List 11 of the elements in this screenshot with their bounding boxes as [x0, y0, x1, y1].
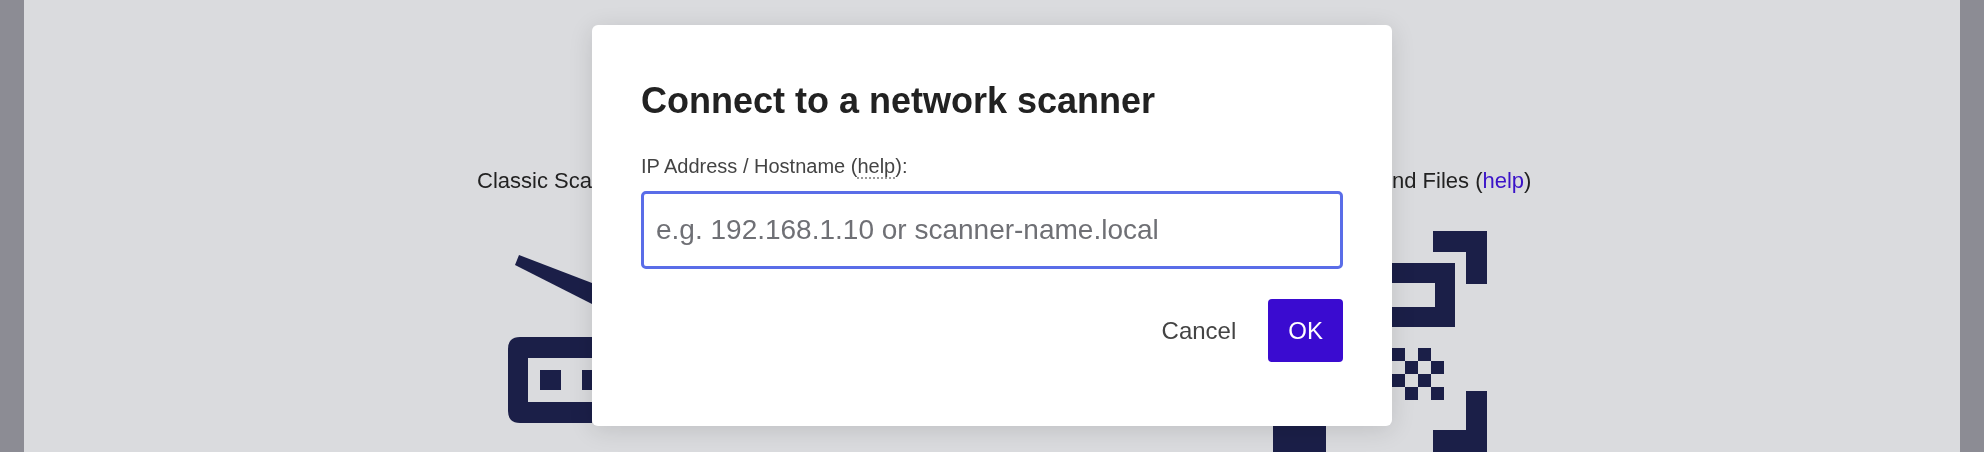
- field-label: IP Address / Hostname (help):: [641, 154, 909, 179]
- qr-code-icon: [1273, 231, 1487, 452]
- input-field[interactable]: e.g. 192.168.1.10 or scanner-name.local: [641, 191, 1343, 269]
- help-link[interactable]: help: [857, 155, 896, 177]
- cancel-button[interactable]: Cancel: [1161, 299, 1237, 362]
- dialog-title: Connect to a network scanner: [641, 79, 1157, 123]
- help-link[interactable]: help: [1482, 168, 1525, 193]
- scanner-icon: [508, 255, 592, 423]
- option-label: Classic Sca: [477, 167, 592, 195]
- ok-button[interactable]: OK: [1268, 299, 1343, 362]
- option-label: nd Files (help): [1392, 167, 1532, 195]
